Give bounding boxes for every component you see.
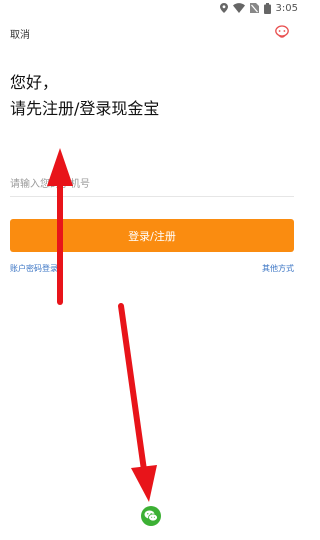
status-time: 3:05	[275, 2, 298, 14]
annotation-arrow-down	[118, 303, 157, 502]
wechat-icon	[144, 510, 158, 522]
wechat-login-button[interactable]	[141, 506, 161, 526]
no-sim-icon	[249, 3, 259, 13]
battery-icon	[263, 2, 271, 14]
phone-input[interactable]	[10, 172, 294, 197]
password-login-link[interactable]: 账户密码登录	[10, 263, 58, 274]
location-icon	[219, 3, 228, 13]
status-bar: 3:05	[0, 0, 304, 16]
wifi-icon	[232, 3, 245, 13]
greeting-line1: 您好，	[10, 73, 59, 92]
greeting: 您好， 请先注册/登录现金宝	[10, 70, 159, 122]
customer-service-icon[interactable]	[274, 24, 290, 44]
page-title: 请先注册/登录现金宝	[10, 99, 160, 118]
login-register-button[interactable]: 登录/注册	[10, 219, 294, 252]
other-methods-link[interactable]: 其他方式	[262, 263, 294, 274]
cancel-button[interactable]: 取消	[10, 26, 30, 41]
